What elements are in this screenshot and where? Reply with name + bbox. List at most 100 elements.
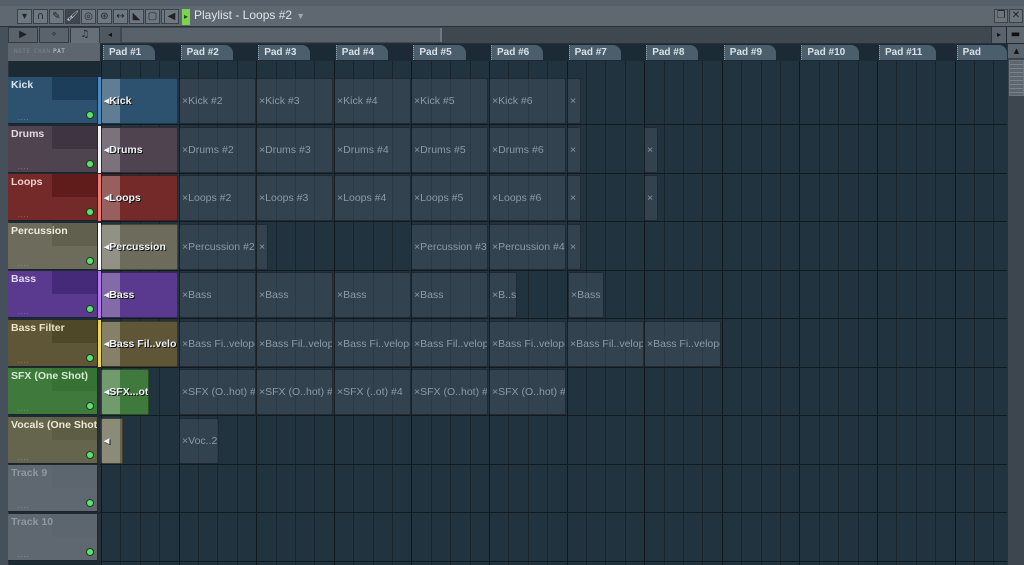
playlist-clip[interactable]: ×Drums #6 [489, 127, 566, 173]
playlist-clip[interactable]: ×Drums #3 [256, 127, 333, 173]
vertical-scroll-thumb[interactable] [1009, 60, 1024, 96]
zoom-handle-icon[interactable]: ▬ [1007, 27, 1024, 43]
scroll-left-icon[interactable]: ◂ [100, 27, 120, 43]
playlist-clip[interactable]: ×SFX (O..hot) #5 [411, 369, 488, 415]
track-header[interactable]: SFX (One Shot).... [8, 368, 97, 415]
track-enable-led-icon[interactable] [87, 500, 93, 506]
restore-window-button[interactable]: ❐ [994, 9, 1008, 23]
track-enable-led-icon[interactable] [87, 355, 93, 361]
paint-brush-icon[interactable]: 🖌 [65, 9, 80, 24]
playlist-clip[interactable]: ×Bass [334, 272, 411, 318]
playlist-clip[interactable]: ×Bass [568, 272, 604, 318]
track-selector-bar[interactable] [98, 465, 101, 512]
playlist-clip[interactable]: ×SFX (O..hot) #6 [489, 369, 566, 415]
track-enable-led-icon[interactable] [87, 549, 93, 555]
track-enable-led-icon[interactable] [87, 306, 93, 312]
playlist-clip[interactable]: ×Bass Fi..velope [179, 321, 256, 367]
track-selector-bar[interactable] [98, 514, 101, 561]
playlist-clip[interactable]: ×Drums #5 [411, 127, 488, 173]
playlist-clip[interactable]: ×Voc..2 [179, 418, 219, 464]
playlist-clip[interactable]: ◂Bass Fil..velope [101, 321, 178, 367]
playlist-clip[interactable]: ×Kick #2 [179, 78, 256, 124]
pad-marker[interactable]: Pad #8 [646, 45, 699, 60]
track-grip[interactable]: .... [18, 261, 30, 268]
pad-marker[interactable]: Pad #7 [568, 45, 621, 60]
playlist-tab[interactable]: ▶ [8, 27, 38, 43]
playlist-clip[interactable]: ×Kick #3 [256, 78, 333, 124]
track-header[interactable]: Bass Filter.... [8, 320, 97, 367]
pad-marker[interactable]: Pad #9 [723, 45, 777, 60]
playlist-clip[interactable]: ×Kick #5 [411, 78, 488, 124]
track-header[interactable]: Track 10.... [8, 514, 97, 561]
track-grip[interactable]: .... [18, 358, 30, 365]
playlist-clip[interactable]: × [567, 224, 581, 270]
playlist-clip[interactable]: ×SFX (..ot) #4 [334, 369, 411, 415]
playlist-clip[interactable]: ◂Loops [101, 175, 178, 221]
track-header[interactable]: Loops.... [8, 174, 97, 221]
playlist-clip[interactable]: ◂Percussion [101, 224, 178, 270]
playlist-clip[interactable]: ◂SFX...ot) [101, 369, 149, 415]
scroll-thumb[interactable] [122, 28, 442, 42]
playlist-clip[interactable]: ×SFX (O..hot) #2 [179, 369, 256, 415]
slice-tool-icon[interactable]: ◣ [129, 9, 144, 24]
playlist-clip[interactable]: ×Bass Fil..velope [411, 321, 488, 367]
track-header[interactable]: Vocals (One Shot).... [8, 417, 97, 464]
playlist-clip[interactable]: ×Percussion #4 [489, 224, 566, 270]
track-enable-led-icon[interactable] [87, 258, 93, 264]
pad-marker[interactable]: Pad #1 [103, 45, 156, 60]
pad-marker[interactable]: Pad #12 [956, 45, 1007, 73]
playlist-clip[interactable]: ×Drums #2 [179, 127, 256, 173]
pad-marker[interactable]: Pad #4 [335, 45, 389, 60]
track-grip[interactable]: .... [18, 503, 30, 510]
mode-pat[interactable]: PAT [53, 48, 65, 55]
pad-marker[interactable]: Pad #2 [180, 45, 233, 60]
track-enable-led-icon[interactable] [87, 209, 93, 215]
playlist-clip[interactable]: ×Loops #6 [489, 175, 566, 221]
mute-tool-icon[interactable]: ⊛ [97, 9, 112, 24]
track-header[interactable]: Percussion.... [8, 223, 97, 270]
window-title[interactable]: Playlist - Loops #2 ▼ [194, 8, 305, 22]
options-menu-icon[interactable]: ▾ [17, 9, 32, 24]
playlist-titlebar[interactable]: ▾∩✎🖌◎⊛↔◣▢⌕◀ ▸ Playlist - Loops #2▼ ❐ ✕ [0, 6, 1024, 27]
playlist-clip[interactable]: × [567, 127, 581, 173]
playback-tool-icon[interactable]: ◀ [164, 9, 179, 24]
delete-tool-icon[interactable]: ◎ [81, 9, 96, 24]
track-enable-led-icon[interactable] [87, 112, 93, 118]
track-grip[interactable]: .... [18, 212, 30, 219]
playlist-clip[interactable]: ×Percussion #2 [179, 224, 256, 270]
playlist-clip[interactable]: ×Bass Fi..velope [334, 321, 411, 367]
playlist-clip[interactable]: × [567, 175, 581, 221]
track-header[interactable]: Kick.... [8, 77, 97, 124]
pad-marker[interactable]: Pad #3 [258, 45, 311, 60]
slip-tool-icon[interactable]: ↔ [113, 9, 128, 24]
track-enable-led-icon[interactable] [87, 161, 93, 167]
pattern-tab[interactable]: ♫ [70, 27, 100, 43]
title-dropdown-icon[interactable]: ▼ [296, 11, 305, 21]
track-header[interactable]: Drums.... [8, 126, 97, 173]
pad-marker[interactable]: Pad #10 [801, 45, 860, 60]
pad-marker[interactable]: Pad #6 [491, 45, 544, 60]
scroll-up-icon[interactable]: ▲ [1008, 44, 1024, 58]
playlist-clip[interactable]: ×Loops #4 [334, 175, 411, 221]
playlist-clip[interactable]: ×Percussion #3 [411, 224, 488, 270]
track-enable-led-icon[interactable] [87, 403, 93, 409]
select-tool-icon[interactable]: ▢ [145, 9, 160, 24]
playlist-clip[interactable]: ×Bass [411, 272, 488, 318]
track-grip[interactable]: .... [18, 309, 30, 316]
playlist-clip[interactable]: ◂Bass [101, 272, 178, 318]
track-grip[interactable]: .... [18, 455, 30, 462]
playlist-clip[interactable]: × [644, 127, 658, 173]
track-grip[interactable]: .... [18, 115, 30, 122]
scroll-right-icon[interactable]: ▸ [991, 27, 1006, 43]
playlist-clip[interactable]: ×Bass [179, 272, 256, 318]
draw-pencil-icon[interactable]: ✎ [49, 9, 64, 24]
playlist-clip[interactable]: ×Bass Fi..velope [644, 321, 721, 367]
mode-chan[interactable]: CHAN [34, 48, 50, 55]
playlist-clip[interactable]: ×Drums #4 [334, 127, 411, 173]
playlist-clip[interactable]: ×Loops #2 [179, 175, 256, 221]
playlist-clip[interactable]: × [644, 175, 658, 221]
playlist-clip[interactable]: × [567, 78, 581, 124]
playlist-clip[interactable]: ×Loops #3 [256, 175, 333, 221]
automation-tab[interactable]: ∘ [39, 27, 69, 43]
mode-note[interactable]: NOTE [14, 48, 30, 55]
